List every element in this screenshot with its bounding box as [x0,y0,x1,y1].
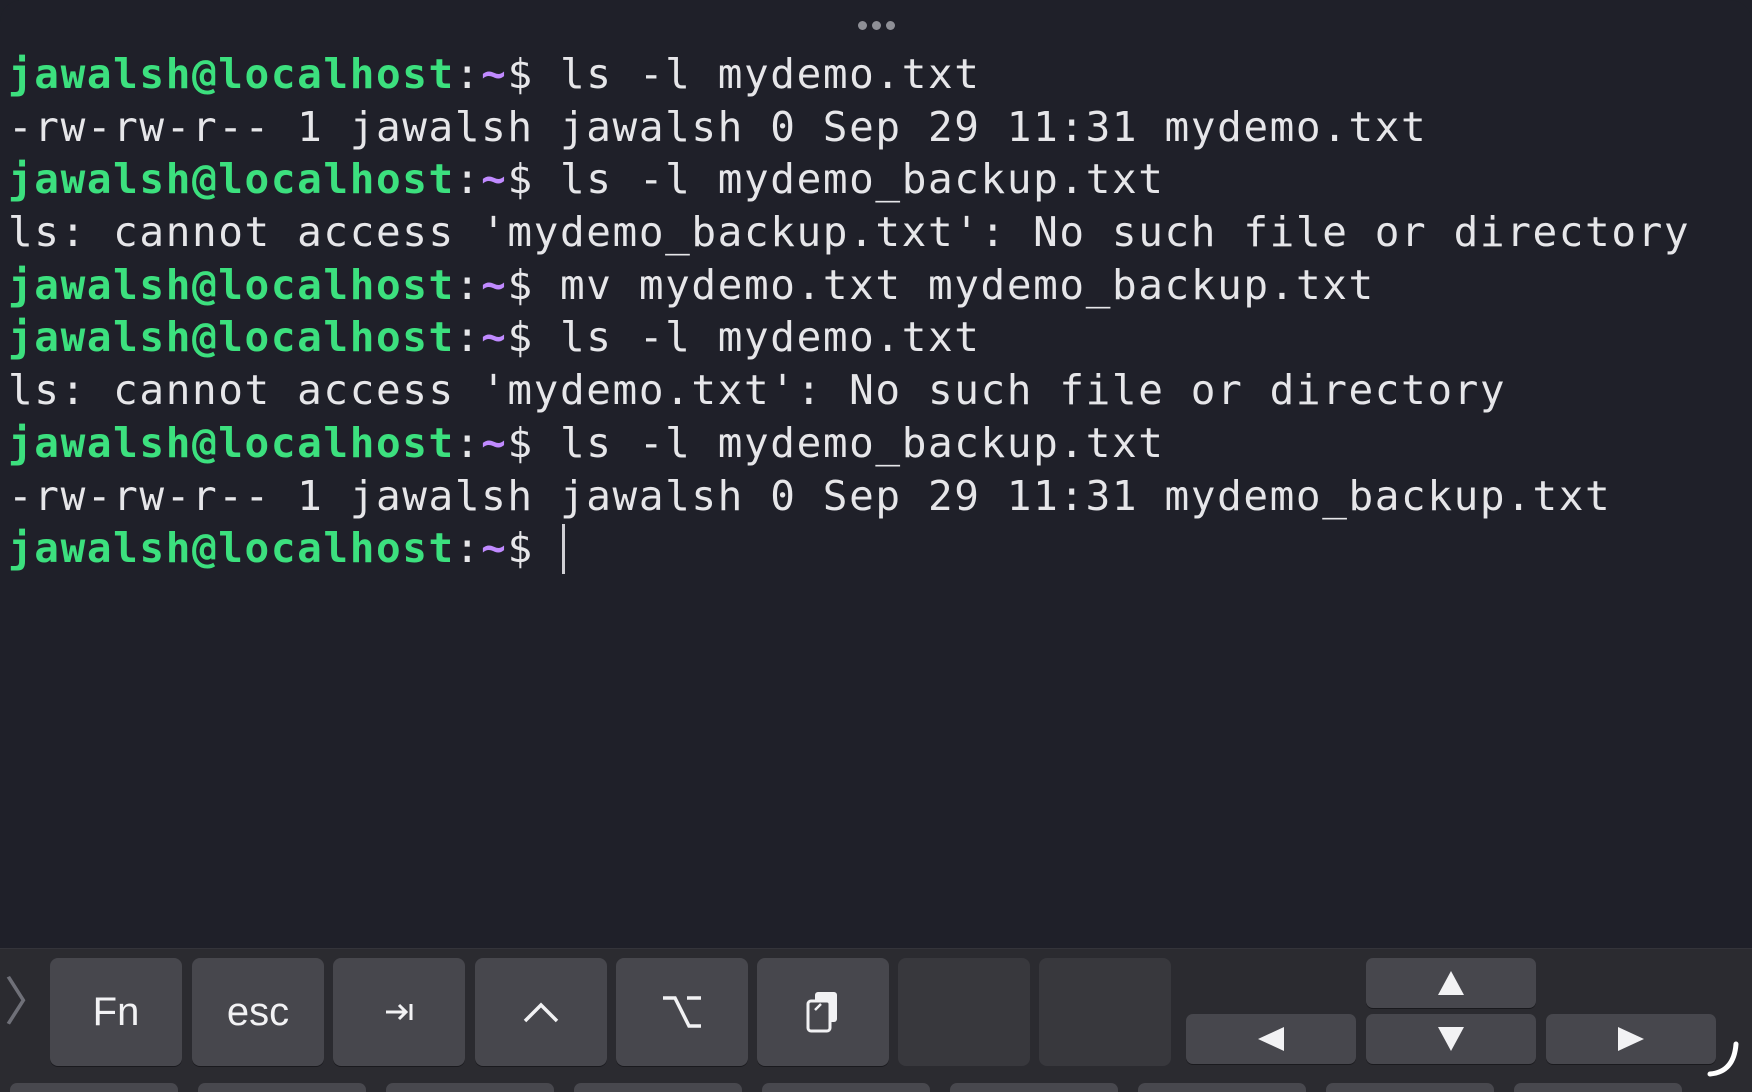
chevron-right-icon[interactable]: 〉 [4,977,56,1029]
terminal-window: jawalsh@localhost:~$ ls -l mydemo.txt -rw… [0,0,1752,1092]
clipboard-icon [806,992,837,1033]
terminal-output-line: ls: cannot access 'mydemo.txt': No such … [8,364,1752,417]
prompt-symbol: $ [507,313,561,362]
resize-handle-icon[interactable] [1706,1040,1742,1080]
prompt-symbol: $ [507,418,561,467]
prompt-symbol: $ [507,524,561,573]
control-icon [523,1002,559,1023]
fn-key-label: Fn [92,989,140,1034]
command-text: ls -l mydemo.txt [560,313,981,362]
command-text: ls -l mydemo_backup.txt [560,418,1165,467]
output-text: -rw-rw-r-- 1 jawalsh jawalsh 0 Sep 29 11… [8,102,1428,151]
arrow-right-key[interactable] [1546,1014,1716,1064]
arrow-right-icon [1618,1027,1644,1051]
terminal-output-line: ls: cannot access 'mydemo_backup.txt': N… [8,206,1752,259]
terminal-prompt-line: jawalsh@localhost:~$ ls -l mydemo_backup… [8,153,1752,206]
esc-key-label: esc [226,989,290,1034]
command-text: mv mydemo.txt mydemo_backup.txt [560,260,1375,309]
option-icon [663,996,701,1028]
dot-icon [857,21,867,30]
prompt-user-host: jawalsh@localhost [8,524,455,573]
terminal-prompt-line: jawalsh@localhost:~$ ls -l mydemo.txt [8,311,1752,364]
output-text: ls: cannot access 'mydemo_backup.txt': N… [8,208,1691,257]
window-grabber[interactable] [0,17,1752,31]
prompt-separator: : [454,50,482,98]
keyboard-accessory-bar: 〉 Fn esc [0,948,1752,1092]
prompt-user-host: jawalsh@localhost [8,418,455,467]
esc-key[interactable]: esc [192,958,324,1066]
prompt-user-host: jawalsh@localhost [8,155,455,204]
empty-key [898,958,1030,1066]
tab-icon [386,1003,413,1021]
terminal-prompt-line: jawalsh@localhost:~$ ls -l mydemo_backup… [8,417,1752,470]
command-text: ls -l mydemo_backup.txt [560,155,1165,204]
text-cursor [562,524,566,575]
prompt-user-host: jawalsh@localhost [8,260,455,309]
prompt-symbol: $ [507,50,561,98]
prompt-symbol: $ [507,155,561,204]
terminal-prompt-line: jawalsh@localhost:~$ [8,522,1752,575]
command-text: ls -l mydemo.txt [560,50,981,98]
keyboard-top-row [0,1083,1752,1092]
prompt-path: ~ [481,260,508,309]
prompt-path: ~ [481,418,508,467]
arrow-left-key[interactable] [1186,1014,1356,1064]
fn-key[interactable]: Fn [50,958,182,1066]
ctrl-key[interactable] [475,958,607,1066]
terminal-output-line: -rw-rw-r-- 1 jawalsh jawalsh 0 Sep 29 11… [8,101,1752,154]
option-key[interactable] [616,958,748,1066]
arrow-left-icon [1258,1027,1284,1051]
prompt-user-host: jawalsh@localhost [8,313,455,362]
prompt-path: ~ [481,313,508,362]
prompt-symbol: $ [507,260,561,309]
prompt-path: ~ [481,50,508,98]
prompt-separator: : [454,155,482,204]
output-text: -rw-rw-r-- 1 jawalsh jawalsh 0 Sep 29 11… [8,471,1612,520]
arrow-up-icon [1438,971,1464,995]
arrow-up-key[interactable] [1366,958,1536,1008]
terminal-prompt-line: jawalsh@localhost:~$ mv mydemo.txt mydem… [8,259,1752,312]
prompt-separator: : [454,260,482,309]
arrow-down-key[interactable] [1366,1014,1536,1064]
dot-icon [871,21,881,30]
prompt-separator: : [454,524,482,573]
terminal-prompt-line: jawalsh@localhost:~$ ls -l mydemo.txt [8,48,1752,101]
output-text: ls: cannot access 'mydemo.txt': No such … [8,366,1507,415]
prompt-user-host: jawalsh@localhost [8,50,455,98]
terminal-output[interactable]: jawalsh@localhost:~$ ls -l mydemo.txt -rw… [8,48,1752,575]
tab-key[interactable] [333,958,465,1066]
arrow-down-icon [1438,1027,1464,1051]
empty-key [1039,958,1171,1066]
prompt-path: ~ [481,155,508,204]
prompt-separator: : [454,418,482,467]
paste-key[interactable] [757,958,889,1066]
terminal-output-line: -rw-rw-r-- 1 jawalsh jawalsh 0 Sep 29 11… [8,470,1752,523]
prompt-path: ~ [481,524,508,573]
prompt-separator: : [454,313,482,362]
dot-icon [885,21,895,30]
